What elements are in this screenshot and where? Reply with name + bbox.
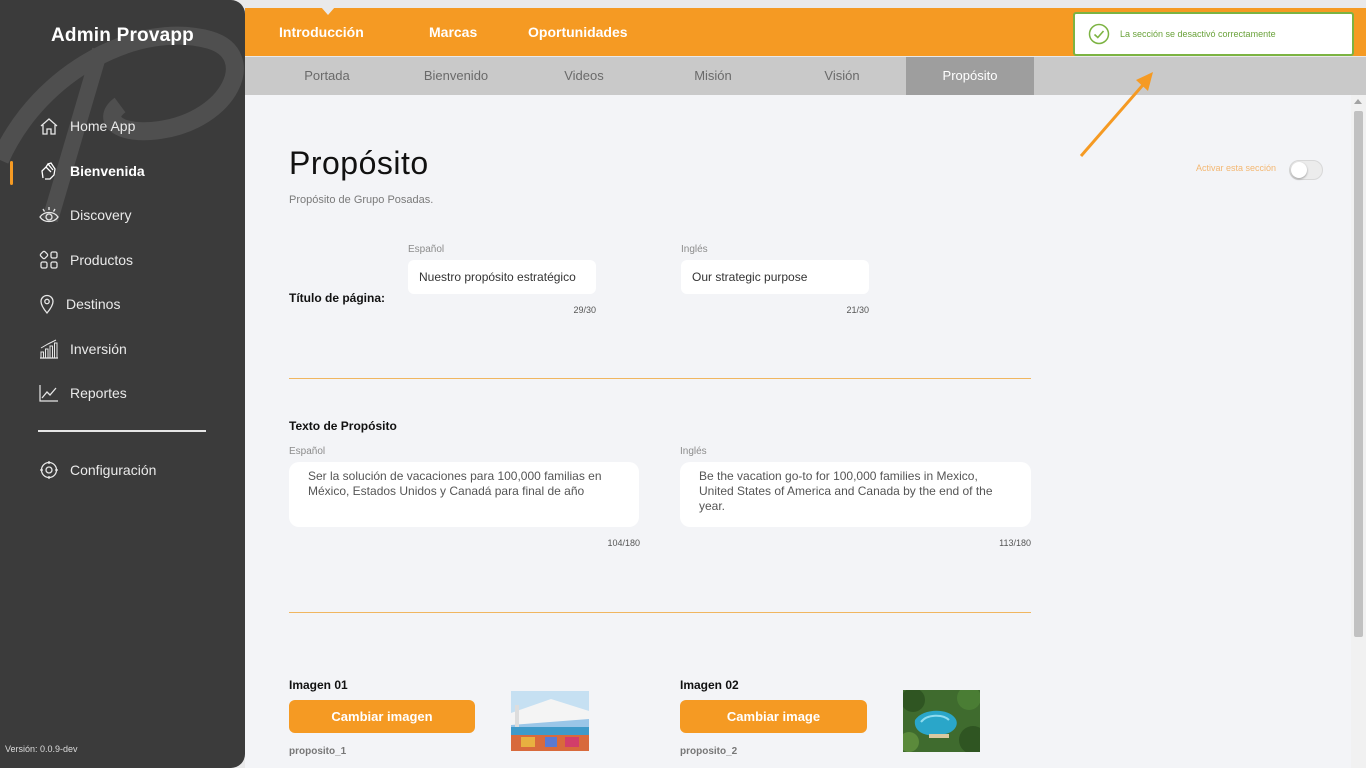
title-es-label: Español xyxy=(408,244,445,255)
pointer-arrow-icon xyxy=(1079,72,1153,157)
sidebar-item-label: Discovery xyxy=(70,207,132,223)
image-2-filename: proposito_2 xyxy=(680,746,738,757)
image-2-label: Imagen 02 xyxy=(680,678,739,692)
toast-message: La sección se desactivó correctamente xyxy=(1120,29,1276,39)
text-en-textarea[interactable]: Be the vacation go-to for 100,000 famili… xyxy=(680,462,1031,527)
sidebar-item-bienvenida[interactable]: Bienvenida xyxy=(38,157,145,185)
sidebar-item-label: Reportes xyxy=(70,385,127,401)
tab-introduccion[interactable]: Introducción xyxy=(279,24,364,40)
sidebar-item-label: Home App xyxy=(70,118,136,134)
text-es-counter: 104/180 xyxy=(607,538,640,548)
text-es-label: Español xyxy=(289,446,326,457)
sub-navigation: Portada Bienvenido Videos Misión Visión … xyxy=(245,57,1366,95)
tab-oportunidades[interactable]: Oportunidades xyxy=(528,24,628,40)
page-title: Propósito xyxy=(289,145,429,181)
title-es-input[interactable]: Nuestro propósito estratégico xyxy=(408,260,596,294)
grid-icon xyxy=(38,249,60,271)
title-en-counter: 21/30 xyxy=(846,305,869,315)
image-1-thumbnail xyxy=(511,691,589,751)
title-section-label: Título de página: xyxy=(289,291,385,305)
sidebar-divider xyxy=(38,430,206,432)
subtab-portada[interactable]: Portada xyxy=(263,57,391,95)
image-2-thumbnail xyxy=(903,690,980,752)
sidebar-item-productos[interactable]: Productos xyxy=(38,246,133,274)
change-image-2-button[interactable]: Cambiar image xyxy=(680,700,867,733)
title-en-label: Inglés xyxy=(681,244,708,255)
tab-marcas[interactable]: Marcas xyxy=(429,24,477,40)
text-es-textarea[interactable]: Ser la solución de vacaciones para 100,0… xyxy=(289,462,639,527)
success-toast: La sección se desactivó correctamente xyxy=(1073,12,1354,56)
title-es-counter: 29/30 xyxy=(573,305,596,315)
image-1-filename: proposito_1 xyxy=(289,746,347,757)
check-circle-icon xyxy=(1088,23,1110,45)
scrollbar-thumb[interactable] xyxy=(1354,111,1363,637)
text-section-label: Texto de Propósito xyxy=(289,419,397,433)
app-brand: Admin Provapp xyxy=(50,25,194,46)
sidebar-item-discovery[interactable]: Discovery xyxy=(38,201,131,229)
section-divider xyxy=(289,378,1031,379)
sidebar: Admin Provapp Home App Bienvenida Discov… xyxy=(0,0,245,768)
sidebar-item-reportes[interactable]: Reportes xyxy=(38,379,127,407)
active-tab-caret xyxy=(321,7,335,15)
sidebar-item-inversion[interactable]: Inversión xyxy=(38,335,127,363)
subtab-bienvenido[interactable]: Bienvenido xyxy=(392,57,520,95)
subtab-proposito[interactable]: Propósito xyxy=(906,57,1034,95)
map-pin-icon xyxy=(38,293,56,315)
image-1-label: Imagen 01 xyxy=(289,678,348,692)
line-chart-icon xyxy=(38,382,60,404)
gear-icon xyxy=(38,459,60,481)
sidebar-item-label: Destinos xyxy=(66,296,121,312)
sidebar-item-configuracion[interactable]: Configuración xyxy=(38,456,156,484)
section-divider xyxy=(289,612,1031,613)
bar-chart-icon xyxy=(38,338,60,360)
eye-icon xyxy=(38,204,60,226)
home-icon xyxy=(38,115,60,137)
scroll-up-icon[interactable] xyxy=(1354,99,1362,104)
text-en-label: Inglés xyxy=(680,446,707,457)
sidebar-item-label: Inversión xyxy=(70,341,127,357)
change-image-1-button[interactable]: Cambiar imagen xyxy=(289,700,475,733)
app-version: Versión: 0.0.9-dev xyxy=(5,744,78,754)
toggle-knob xyxy=(1291,162,1307,178)
subtab-videos[interactable]: Videos xyxy=(520,57,648,95)
subtab-mision[interactable]: Misión xyxy=(649,57,777,95)
sidebar-item-destinos[interactable]: Destinos xyxy=(38,290,120,318)
subtab-vision[interactable]: Visión xyxy=(778,57,906,95)
page-subtitle: Propósito de Grupo Posadas. xyxy=(289,194,434,206)
scrollbar[interactable] xyxy=(1351,95,1366,768)
active-indicator xyxy=(10,161,13,185)
sidebar-item-label: Bienvenida xyxy=(70,163,145,179)
activate-section-toggle[interactable] xyxy=(1289,160,1323,180)
text-en-counter: 113/180 xyxy=(999,538,1031,548)
toggle-label: Activar esta sección xyxy=(1196,163,1277,173)
title-en-input[interactable]: Our strategic purpose xyxy=(681,260,869,294)
sidebar-item-label: Configuración xyxy=(70,462,157,478)
sidebar-item-home-app[interactable]: Home App xyxy=(38,112,135,140)
sidebar-item-label: Productos xyxy=(70,252,134,268)
hands-icon xyxy=(38,160,60,182)
